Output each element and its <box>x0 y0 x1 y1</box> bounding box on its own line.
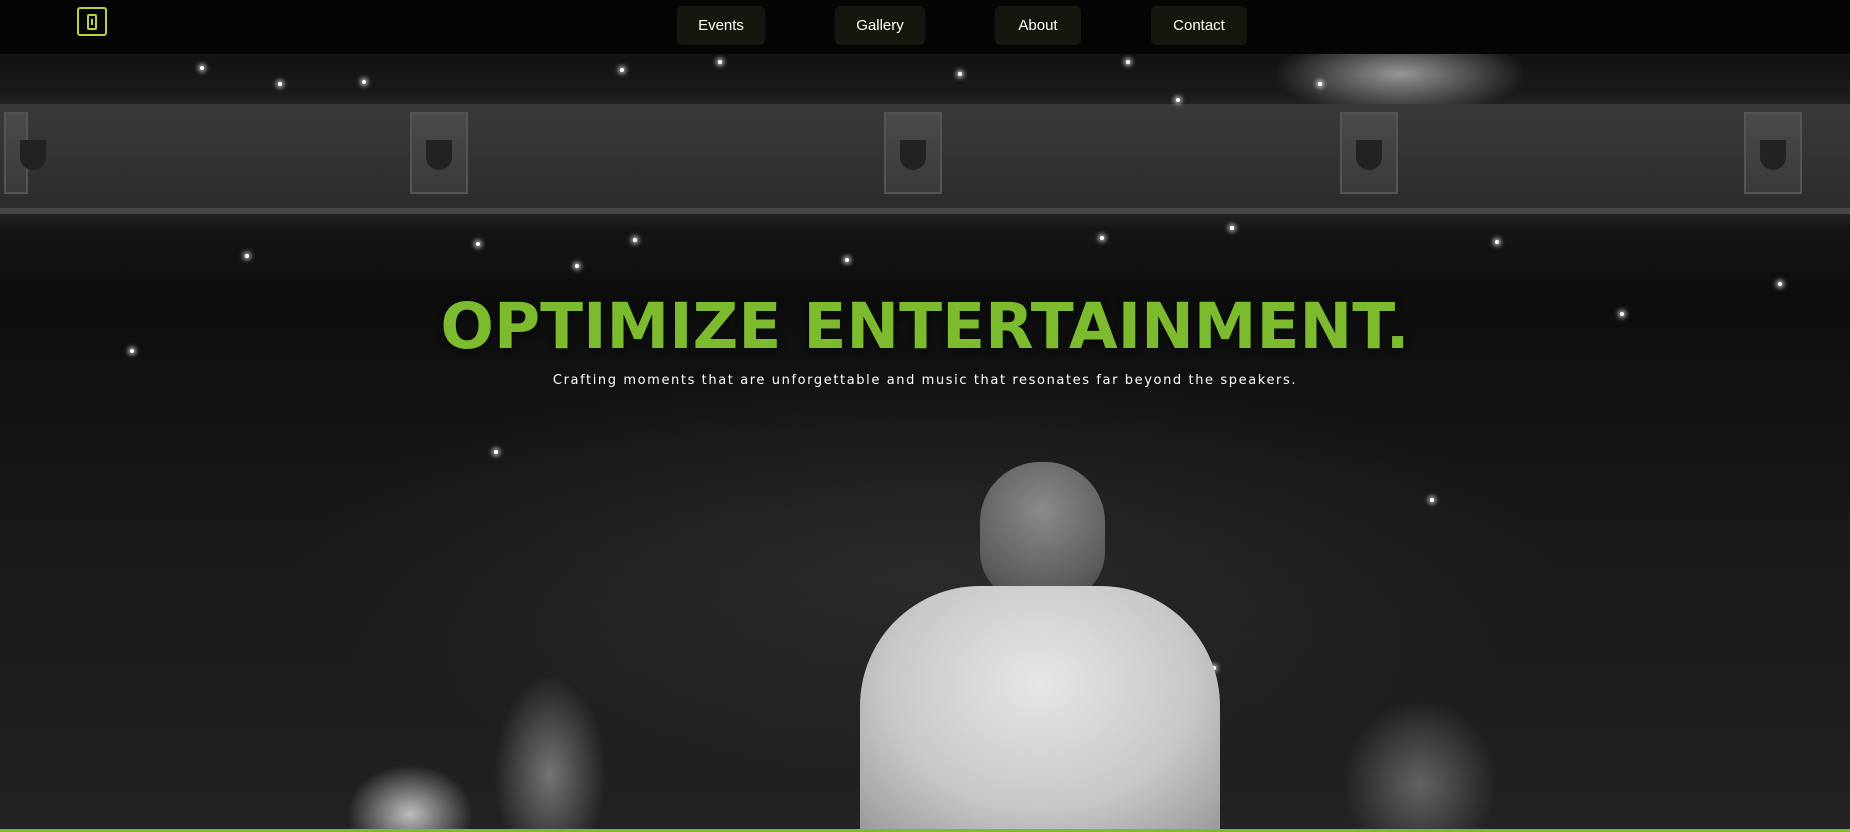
phone-light <box>278 82 282 86</box>
nav-about-button[interactable]: About <box>995 6 1081 45</box>
phone-light <box>718 60 722 64</box>
banner-decoration <box>884 112 942 194</box>
banner-decoration <box>1744 112 1802 194</box>
phone-light <box>620 68 624 72</box>
banner-decoration <box>1340 112 1398 194</box>
banner-decoration <box>410 112 468 194</box>
phone-light <box>1176 98 1180 102</box>
phone-light <box>575 264 579 268</box>
nav-gallery-button[interactable]: Gallery <box>835 6 925 45</box>
phone-light <box>958 72 962 76</box>
phone-light <box>1430 498 1434 502</box>
phone-light <box>1126 60 1130 64</box>
hero-section <box>0 54 1850 829</box>
phone-light <box>1100 236 1104 240</box>
phone-light <box>845 258 849 262</box>
phone-light <box>200 66 204 70</box>
phone-light <box>633 238 637 242</box>
hero-subtitle: Crafting moments that are unforgettable … <box>552 373 1298 388</box>
nav-contact-button[interactable]: Contact <box>1151 6 1247 45</box>
phone-light <box>1318 82 1322 86</box>
phone-light <box>245 254 249 258</box>
phone-light <box>362 80 366 84</box>
phone-logo-icon <box>87 13 97 30</box>
nav-events-button[interactable]: Events <box>677 6 765 45</box>
phone-light <box>1495 240 1499 244</box>
top-navbar: Events Gallery About Contact <box>0 0 1850 54</box>
phone-light <box>1230 226 1234 230</box>
phone-light <box>494 450 498 454</box>
phone-light <box>1778 282 1782 286</box>
performer-figure <box>980 462 1105 602</box>
banner-decoration <box>4 112 46 194</box>
logo-icon[interactable] <box>77 7 107 36</box>
phone-light <box>476 242 480 246</box>
hero-title: OPTIMIZE ENTERTAINMENT. <box>440 290 1410 363</box>
